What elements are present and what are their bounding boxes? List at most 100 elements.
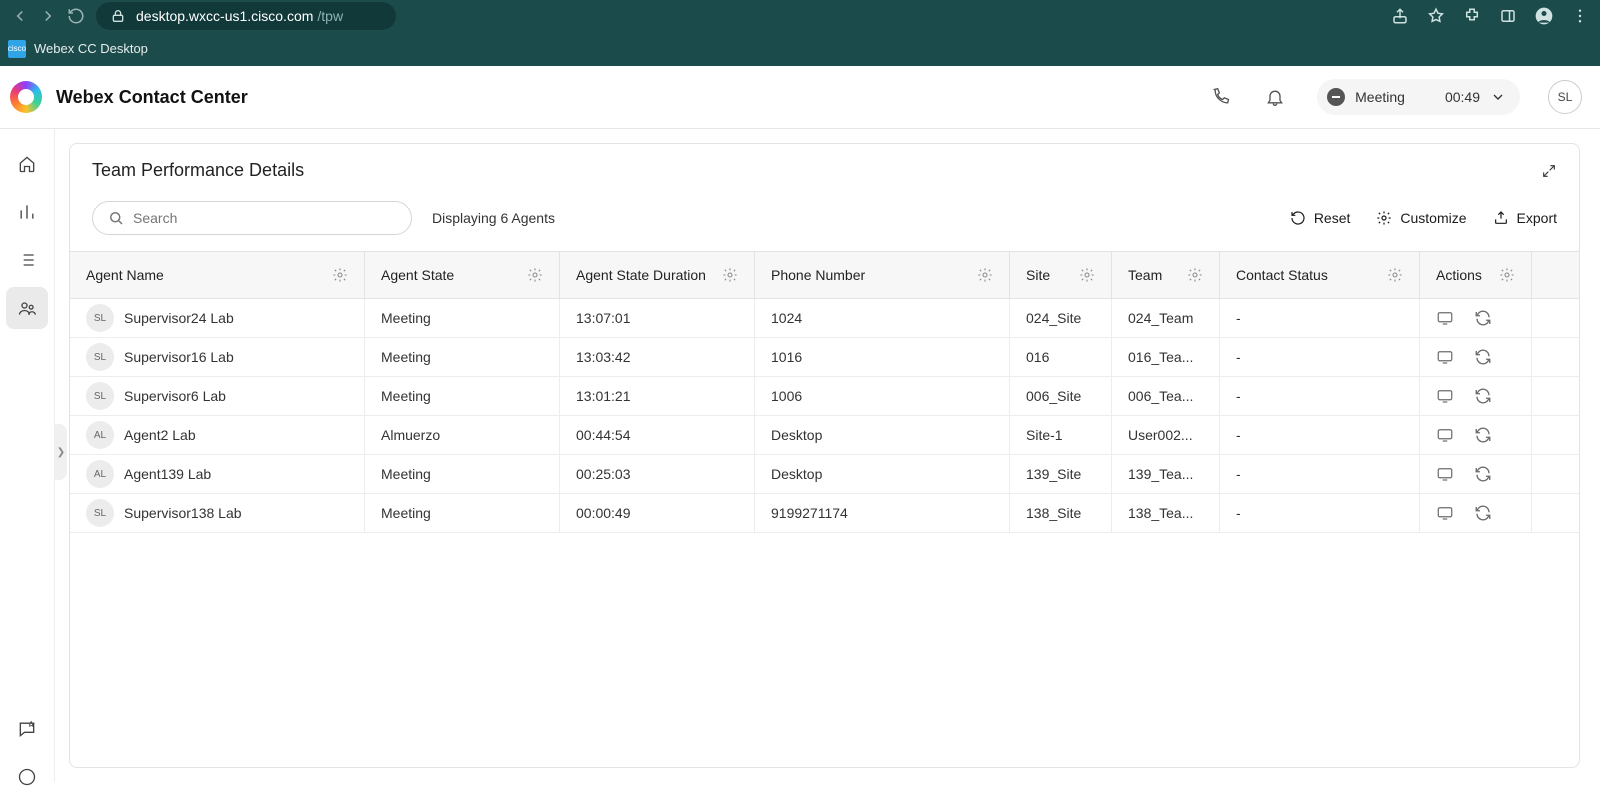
table-row[interactable]: SLSupervisor138 LabMeeting00:00:49919927…	[70, 494, 1579, 533]
cell-agent-name: ALAgent139 Lab	[70, 455, 365, 493]
user-avatar[interactable]: SL	[1548, 80, 1582, 114]
nav-chat-icon[interactable]	[6, 708, 48, 750]
col-site[interactable]: Site	[1010, 252, 1112, 298]
cell-state: Meeting	[365, 377, 560, 415]
search-input[interactable]	[133, 210, 397, 226]
agent-status-selector[interactable]: Meeting 00:49	[1317, 79, 1520, 115]
nav-list-icon[interactable]	[6, 239, 48, 281]
agent-name: Agent2 Lab	[124, 427, 196, 443]
agent-avatar: SL	[86, 304, 114, 332]
back-icon[interactable]	[6, 2, 34, 30]
refresh-icon[interactable]	[1474, 504, 1492, 522]
phone-icon[interactable]	[1201, 77, 1241, 117]
gear-icon[interactable]	[527, 267, 543, 283]
agent-avatar: AL	[86, 421, 114, 449]
gear-icon[interactable]	[722, 267, 738, 283]
nav-stats-icon[interactable]	[6, 191, 48, 233]
share-icon[interactable]	[1386, 2, 1414, 30]
panel-title: Team Performance Details	[92, 160, 304, 181]
forward-icon[interactable]	[34, 2, 62, 30]
table-row[interactable]: SLSupervisor16 LabMeeting13:03:421016016…	[70, 338, 1579, 377]
monitor-icon[interactable]	[1436, 504, 1454, 522]
col-agent-name[interactable]: Agent Name	[70, 252, 365, 298]
star-icon[interactable]	[1422, 2, 1450, 30]
cell-site: 006_Site	[1010, 377, 1112, 415]
cell-state: Meeting	[365, 299, 560, 337]
nav-team-icon[interactable]	[6, 287, 48, 329]
cell-actions	[1420, 455, 1532, 493]
monitor-icon[interactable]	[1436, 309, 1454, 327]
profile-icon[interactable]	[1530, 2, 1558, 30]
browser-chrome: desktop.wxcc-us1.cisco.com/tpw cisco Web…	[0, 0, 1600, 66]
refresh-icon[interactable]	[1474, 309, 1492, 327]
expand-icon[interactable]	[1541, 163, 1557, 179]
status-do-not-disturb-icon	[1327, 88, 1345, 106]
app-logo-icon	[10, 81, 42, 113]
table-row[interactable]: SLSupervisor24 LabMeeting13:07:011024024…	[70, 299, 1579, 338]
table-row[interactable]: ALAgent2 LabAlmuerzo00:44:54DesktopSite-…	[70, 416, 1579, 455]
gear-icon[interactable]	[1079, 267, 1095, 283]
monitor-icon[interactable]	[1436, 387, 1454, 405]
refresh-icon[interactable]	[1474, 387, 1492, 405]
tab-title[interactable]: Webex CC Desktop	[34, 41, 148, 56]
nav-home-icon[interactable]	[6, 143, 48, 185]
monitor-icon[interactable]	[1436, 465, 1454, 483]
tab-strip: cisco Webex CC Desktop	[0, 31, 1600, 66]
gear-icon[interactable]	[332, 267, 348, 283]
cell-dur: 00:00:49	[560, 494, 755, 532]
export-button[interactable]: Export	[1493, 210, 1557, 226]
customize-label: Customize	[1400, 210, 1466, 226]
kebab-icon[interactable]	[1566, 2, 1594, 30]
cell-phone: 1024	[755, 299, 1010, 337]
url-host: desktop.wxcc-us1.cisco.com	[136, 8, 313, 24]
reset-button[interactable]: Reset	[1290, 210, 1351, 226]
table-row[interactable]: ALAgent139 LabMeeting00:25:03Desktop139_…	[70, 455, 1579, 494]
refresh-icon[interactable]	[1474, 465, 1492, 483]
url-path: /tpw	[317, 8, 343, 24]
customize-button[interactable]: Customize	[1376, 210, 1466, 226]
cell-site: 138_Site	[1010, 494, 1112, 532]
gear-icon[interactable]	[1187, 267, 1203, 283]
gear-icon[interactable]	[1387, 267, 1403, 283]
cell-actions	[1420, 338, 1532, 376]
table-row[interactable]: SLSupervisor6 LabMeeting13:01:211006006_…	[70, 377, 1579, 416]
panel-icon[interactable]	[1494, 2, 1522, 30]
refresh-icon[interactable]	[1474, 348, 1492, 366]
cell-actions	[1420, 416, 1532, 454]
address-bar[interactable]: desktop.wxcc-us1.cisco.com/tpw	[96, 2, 396, 30]
app-title: Webex Contact Center	[56, 87, 248, 108]
extensions-icon[interactable]	[1458, 2, 1486, 30]
reset-label: Reset	[1314, 210, 1351, 226]
gear-icon[interactable]	[1499, 267, 1515, 283]
cell-dur: 00:25:03	[560, 455, 755, 493]
gear-icon[interactable]	[977, 267, 993, 283]
cell-status: -	[1220, 299, 1420, 337]
cell-site: 024_Site	[1010, 299, 1112, 337]
cell-dur: 00:44:54	[560, 416, 755, 454]
agent-name: Supervisor24 Lab	[124, 310, 234, 326]
export-label: Export	[1517, 210, 1557, 226]
bell-icon[interactable]	[1255, 77, 1295, 117]
col-contact-status[interactable]: Contact Status	[1220, 252, 1420, 298]
cell-site: Site-1	[1010, 416, 1112, 454]
search-input-wrapper[interactable]	[92, 201, 412, 235]
cell-status: -	[1220, 416, 1420, 454]
col-agent-state[interactable]: Agent State	[365, 252, 560, 298]
col-team[interactable]: Team	[1112, 252, 1220, 298]
side-expand-handle[interactable]: ❯	[55, 424, 67, 480]
monitor-icon[interactable]	[1436, 426, 1454, 444]
reset-icon	[1290, 210, 1306, 226]
cell-state: Meeting	[365, 494, 560, 532]
cell-agent-name: AL Agent2 Lab	[70, 416, 365, 454]
col-actions[interactable]: Actions	[1420, 252, 1532, 298]
export-icon	[1493, 210, 1509, 226]
refresh-icon[interactable]	[1474, 426, 1492, 444]
col-phone[interactable]: Phone Number	[755, 252, 1010, 298]
nav-help-icon[interactable]	[6, 756, 48, 798]
cell-phone: 9199271174	[755, 494, 1010, 532]
cell-phone: Desktop	[755, 416, 1010, 454]
monitor-icon[interactable]	[1436, 348, 1454, 366]
reload-icon[interactable]	[62, 2, 90, 30]
col-duration[interactable]: Agent State Duration	[560, 252, 755, 298]
cell-dur: 13:03:42	[560, 338, 755, 376]
